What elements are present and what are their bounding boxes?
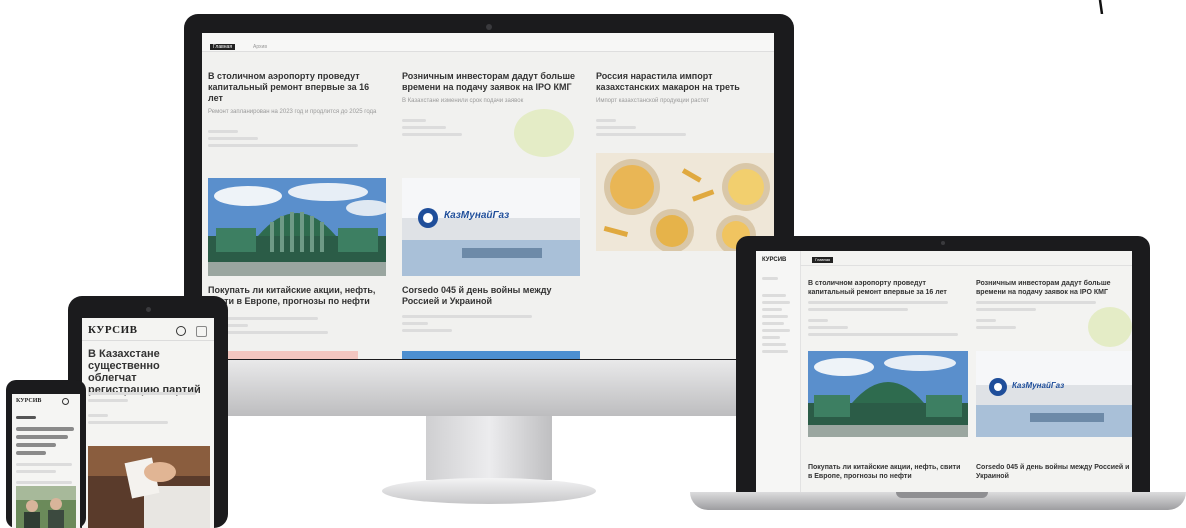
ballot-photo: [88, 446, 210, 528]
sidebar: КУРСИВ: [756, 251, 801, 492]
decorative-brush-stroke: [1098, 0, 1104, 14]
globe-icon[interactable]: [176, 326, 186, 336]
article-card[interactable]: Покупать ли китайские акции, нефть, свит…: [808, 463, 966, 481]
article-title[interactable]: В столичном аэропорту проведут капитальн…: [808, 279, 966, 297]
tab-main[interactable]: Главная: [812, 257, 834, 263]
article-image-ballot[interactable]: [88, 446, 210, 528]
camera-icon: [941, 241, 945, 245]
article-image-kmg[interactable]: КазМунайГаз: [976, 351, 1132, 437]
people-photo: [16, 486, 76, 528]
sidebar-menu: [762, 273, 794, 353]
kmg-logo-text: КазМунайГаз: [1012, 381, 1065, 390]
article-meta: [208, 130, 386, 147]
kmg-building-photo: [402, 178, 580, 276]
article-card[interactable]: Россия нарастила импорт казахстанских ма…: [596, 71, 774, 136]
camera-icon: [146, 307, 151, 312]
article-image-airport[interactable]: [208, 178, 386, 276]
article-lead: [88, 388, 198, 424]
airport-photo: [808, 351, 968, 437]
article-card[interactable]: Покупать ли китайские акции, нефть, свит…: [208, 285, 386, 334]
article-title[interactable]: Розничным инвесторам дадут больше времен…: [402, 71, 580, 93]
article-image-airport[interactable]: [808, 351, 968, 437]
article-meta: [596, 119, 774, 136]
site-logo[interactable]: КУРСИВ: [16, 398, 41, 404]
article-title[interactable]: Покупать ли китайские акции, нефть, свит…: [808, 463, 966, 481]
imac-stand-neck: [426, 416, 552, 480]
article-title[interactable]: В столичном аэропорту проведут капитальн…: [208, 71, 386, 104]
article-image-strip: [402, 351, 580, 359]
tablet-screen: КУРСИВ В Казахстане существенно облегчат…: [82, 318, 214, 528]
kmg-logo-text: КазМунайГаз: [444, 210, 510, 221]
article-card[interactable]: В столичном аэропорту проведут капитальн…: [808, 279, 966, 336]
tab-main[interactable]: Главная: [210, 44, 236, 50]
article-title[interactable]: Покупать ли китайские акции, нефть, свит…: [208, 285, 386, 307]
phone-screen: КУРСИВ: [12, 394, 80, 528]
site-logo[interactable]: КУРСИВ: [762, 257, 786, 263]
kmg-building-photo: [976, 351, 1132, 437]
decorative-circle: [1088, 307, 1132, 347]
airport-photo: [208, 178, 386, 276]
tab-archive[interactable]: Архив: [250, 44, 270, 50]
menu-icon[interactable]: [196, 326, 207, 337]
imac-stand-foot: [382, 478, 596, 504]
site-topbar: Главная Архив: [202, 33, 774, 52]
article-card[interactable]: В столичном аэропорту проведут капитальн…: [208, 71, 386, 147]
site-logo[interactable]: КУРСИВ: [88, 324, 138, 336]
article-meta: [402, 315, 580, 332]
divider: [82, 340, 214, 341]
article-image-kmg[interactable]: КазМунайГаз: [402, 178, 580, 276]
camera-icon: [486, 24, 492, 30]
article-title[interactable]: Cоrsedo 045 й день войны между Россией и…: [976, 463, 1132, 481]
article-title[interactable]: Россия нарастила импорт казахстанских ма…: [596, 71, 774, 93]
globe-icon[interactable]: [62, 398, 69, 405]
article-lead: Ремонт запланирован на 2023 год и продли…: [208, 109, 377, 115]
article-title[interactable]: Cоrsedo 045 й день войны между Россией и…: [402, 285, 580, 307]
article-lead: Импорт казахстанской продукции растет: [596, 98, 710, 104]
article-card[interactable]: Cоrsedo 045 й день войны между Россией и…: [402, 285, 580, 332]
article-card[interactable]: Cоrsedo 045 й день войны между Россией и…: [976, 463, 1132, 481]
article-meta: [208, 317, 386, 334]
article-lead: В Казахстане изменили срок подачи заявок: [402, 98, 524, 104]
article-title[interactable]: Розничным инвесторам дадут больше времен…: [976, 279, 1132, 297]
divider: [800, 265, 1132, 266]
article-image-strip: [208, 351, 358, 359]
imac-screen: Главная Архив В столичном аэропорту пров…: [202, 33, 774, 359]
article-image-people[interactable]: [16, 486, 76, 528]
decorative-circle: [514, 109, 574, 157]
laptop-notch: [896, 492, 988, 498]
article-meta: [808, 301, 966, 336]
imac-chin: [184, 360, 794, 416]
laptop-screen: КУРСИВ Главная В столичном аэропорту про…: [756, 251, 1132, 492]
